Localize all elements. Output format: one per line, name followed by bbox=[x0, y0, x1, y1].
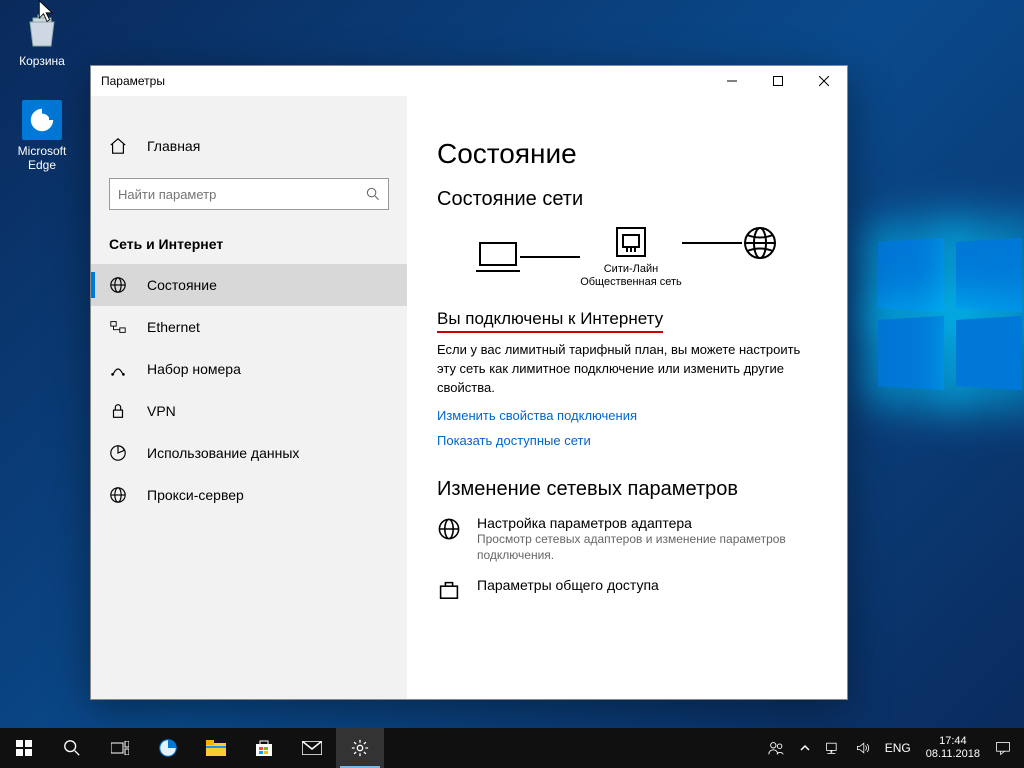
search-input[interactable] bbox=[109, 178, 389, 210]
dialup-icon bbox=[109, 360, 129, 378]
sidebar-item-label: VPN bbox=[147, 403, 176, 419]
sidebar-item-dialup[interactable]: Набор номера bbox=[91, 348, 407, 390]
link-show-available-networks[interactable]: Показать доступные сети bbox=[437, 433, 817, 448]
section-change-settings: Изменение сетевых параметров bbox=[437, 478, 817, 501]
sidebar-item-status[interactable]: Состояние bbox=[91, 264, 407, 306]
maximize-button[interactable] bbox=[755, 66, 801, 96]
system-tray: ENG 17:44 08.11.2018 bbox=[760, 728, 1024, 768]
taskbar-store[interactable] bbox=[240, 728, 288, 768]
sidebar-item-label: Ethernet bbox=[147, 319, 200, 335]
tray-volume-icon[interactable] bbox=[848, 728, 878, 768]
sidebar-item-ethernet[interactable]: Ethernet bbox=[91, 306, 407, 348]
minimize-button[interactable] bbox=[709, 66, 755, 96]
sidebar-item-proxy[interactable]: Прокси-сервер bbox=[91, 474, 407, 516]
vpn-icon bbox=[109, 402, 129, 420]
proxy-icon bbox=[109, 486, 129, 504]
adapter-icon bbox=[437, 515, 463, 563]
taskbar: ENG 17:44 08.11.2018 bbox=[0, 728, 1024, 768]
window-title: Параметры bbox=[101, 74, 165, 88]
sidebar-home[interactable]: Главная bbox=[91, 126, 407, 166]
setting-title: Настройка параметров адаптера bbox=[477, 515, 807, 531]
diagram-network-name: Сити-Лайн bbox=[580, 263, 682, 276]
tray-people[interactable] bbox=[760, 728, 792, 768]
sidebar-category: Сеть и Интернет bbox=[91, 222, 407, 264]
taskbar-file-explorer[interactable] bbox=[192, 728, 240, 768]
sidebar-item-label: Использование данных bbox=[147, 445, 299, 461]
sidebar: Главная Сеть и Интернет Состояние Ethern… bbox=[91, 96, 407, 699]
tray-time: 17:44 bbox=[939, 735, 967, 748]
tray-clock[interactable]: 17:44 08.11.2018 bbox=[918, 728, 988, 768]
data-usage-icon bbox=[109, 444, 129, 462]
connected-body: Если у вас лимитный тарифный план, вы мо… bbox=[437, 341, 817, 398]
ethernet-icon bbox=[109, 318, 129, 336]
setting-sharing-options[interactable]: Параметры общего доступа bbox=[437, 577, 817, 603]
task-view-button[interactable] bbox=[96, 728, 144, 768]
close-button[interactable] bbox=[801, 66, 847, 96]
diagram-network-type: Общественная сеть bbox=[580, 276, 682, 289]
pc-icon bbox=[476, 239, 520, 275]
page-title: Состояние bbox=[437, 138, 817, 170]
search-icon bbox=[366, 187, 380, 201]
setting-title: Параметры общего доступа bbox=[477, 577, 659, 593]
desktop-icon-recycle-bin[interactable]: Корзина bbox=[5, 10, 79, 68]
settings-window: Параметры Главная Сеть и Интернет bbox=[90, 65, 848, 700]
tray-action-center-icon[interactable] bbox=[988, 728, 1018, 768]
desktop-icon-edge[interactable]: Microsoft Edge bbox=[5, 100, 79, 172]
home-icon bbox=[109, 137, 129, 155]
taskbar-mail[interactable] bbox=[288, 728, 336, 768]
sidebar-item-label: Прокси-сервер bbox=[147, 487, 244, 503]
tray-network-icon[interactable] bbox=[818, 728, 848, 768]
globe-icon bbox=[742, 225, 778, 261]
taskbar-search[interactable] bbox=[48, 728, 96, 768]
tray-date: 08.11.2018 bbox=[926, 748, 980, 761]
recycle-bin-icon bbox=[22, 10, 62, 50]
sidebar-item-data-usage[interactable]: Использование данных bbox=[91, 432, 407, 474]
tray-chevron-up-icon[interactable] bbox=[792, 728, 818, 768]
windows-wallpaper-logo bbox=[874, 240, 1024, 420]
sidebar-item-vpn[interactable]: VPN bbox=[91, 390, 407, 432]
taskbar-edge[interactable] bbox=[144, 728, 192, 768]
sharing-icon bbox=[437, 577, 463, 603]
setting-subtitle: Просмотр сетевых адаптеров и изменение п… bbox=[477, 531, 807, 563]
network-diagram: Сити-Лайн Общественная сеть bbox=[437, 225, 817, 289]
status-icon bbox=[109, 276, 129, 294]
section-network-status: Состояние сети bbox=[437, 188, 817, 211]
setting-adapter-options[interactable]: Настройка параметров адаптера Просмотр с… bbox=[437, 515, 817, 563]
search-field[interactable] bbox=[118, 187, 366, 202]
tray-language[interactable]: ENG bbox=[878, 728, 918, 768]
sidebar-item-label: Состояние bbox=[147, 277, 217, 293]
connected-heading: Вы подключены к Интернету bbox=[437, 309, 663, 333]
ethernet-port-icon bbox=[614, 225, 648, 259]
edge-icon bbox=[22, 100, 62, 140]
desktop-icon-label: Корзина bbox=[5, 54, 79, 68]
sidebar-item-label: Набор номера bbox=[147, 361, 241, 377]
titlebar[interactable]: Параметры bbox=[91, 66, 847, 96]
start-button[interactable] bbox=[0, 728, 48, 768]
taskbar-settings[interactable] bbox=[336, 728, 384, 768]
show-desktop-button[interactable] bbox=[1018, 728, 1024, 768]
sidebar-home-label: Главная bbox=[147, 138, 200, 154]
desktop-icon-label: Microsoft Edge bbox=[5, 144, 79, 172]
link-change-connection-props[interactable]: Изменить свойства подключения bbox=[437, 408, 817, 423]
desktop: Корзина Microsoft Edge Параметры Главная bbox=[0, 0, 1024, 768]
content-pane: Состояние Состояние сети Сити-Лайн Общес… bbox=[407, 96, 847, 699]
